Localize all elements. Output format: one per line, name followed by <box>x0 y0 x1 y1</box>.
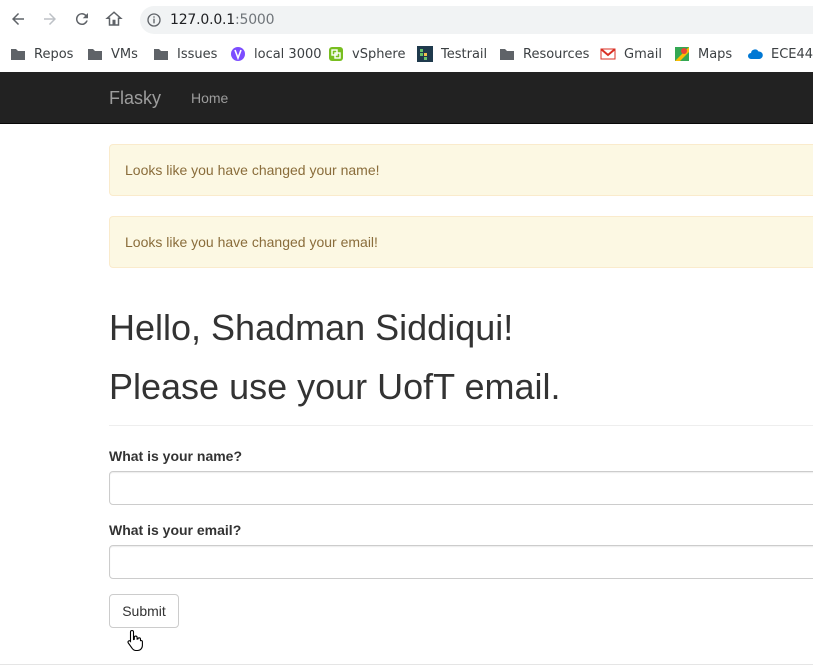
bookmark-testrail[interactable]: Testrail <box>417 43 487 65</box>
email-input[interactable] <box>109 545 813 579</box>
reload-icon[interactable] <box>71 8 93 30</box>
bookmark-label: Resources <box>523 46 590 62</box>
info-icon[interactable] <box>146 12 162 28</box>
browser-toolbar: 127.0.0.1:5000 <box>0 0 813 40</box>
name-label: What is your name? <box>109 448 243 464</box>
folder-icon <box>11 49 25 60</box>
vsphere-icon <box>329 47 343 61</box>
bookmark-vms[interactable]: VMs <box>87 43 138 65</box>
email-label: What is your email? <box>109 522 242 538</box>
bookmark-label: ECE444 <box>771 46 813 62</box>
name-input[interactable] <box>109 471 813 505</box>
bookmark-resources[interactable]: Resources <box>499 43 589 65</box>
submit-button[interactable]: Submit <box>109 594 179 628</box>
local-app-icon <box>231 47 245 61</box>
page-bottom-divider <box>0 664 813 665</box>
folder-icon <box>500 49 514 60</box>
bookmark-label: Maps <box>698 46 733 62</box>
bookmark-label: local 3000 <box>254 46 322 62</box>
bookmark-gmail[interactable]: Gmail <box>600 43 662 65</box>
brand-link[interactable]: Flasky <box>109 88 161 109</box>
maps-icon <box>675 47 689 61</box>
hand-cursor-icon <box>127 629 143 652</box>
bookmark-label: vSphere <box>352 46 406 62</box>
bookmarks-bar: Repos VMs Issues local 3000 vSphere Test… <box>0 40 813 68</box>
bookmark-label: Repos <box>34 46 74 62</box>
bookmark-label: VMs <box>111 46 138 62</box>
flash-alert-name: Looks like you have changed your name! <box>109 144 813 196</box>
cloud-icon <box>748 49 763 59</box>
page-notice: Please use your UofT email. <box>109 366 561 407</box>
flash-alert-email: Looks like you have changed your email! <box>109 216 813 268</box>
url-text: 127.0.0.1:5000 <box>170 12 275 28</box>
home-icon[interactable] <box>103 8 125 30</box>
folder-icon <box>154 49 168 60</box>
bookmark-ece444[interactable]: ECE444 <box>747 43 813 65</box>
page-greeting: Hello, Shadman Siddiqui! <box>109 307 514 348</box>
nav-home-link[interactable]: Home <box>191 90 228 106</box>
back-arrow-icon[interactable] <box>7 8 29 30</box>
bookmark-local-3000[interactable]: local 3000 <box>230 43 322 65</box>
testrail-icon <box>417 46 433 62</box>
forward-arrow-icon[interactable] <box>39 8 61 30</box>
bookmark-label: Issues <box>177 46 218 62</box>
bookmark-repos[interactable]: Repos <box>10 43 73 65</box>
header-divider <box>109 425 813 426</box>
bookmark-label: Gmail <box>624 46 662 62</box>
address-bar[interactable]: 127.0.0.1:5000 <box>140 6 813 34</box>
gmail-icon <box>600 48 616 60</box>
bookmark-maps[interactable]: Maps <box>674 43 732 65</box>
bookmark-vsphere[interactable]: vSphere <box>328 43 406 65</box>
bookmark-label: Testrail <box>441 46 488 62</box>
app-navbar: Flasky Home <box>0 72 813 124</box>
bookmark-issues[interactable]: Issues <box>153 43 217 65</box>
folder-icon <box>88 49 102 60</box>
